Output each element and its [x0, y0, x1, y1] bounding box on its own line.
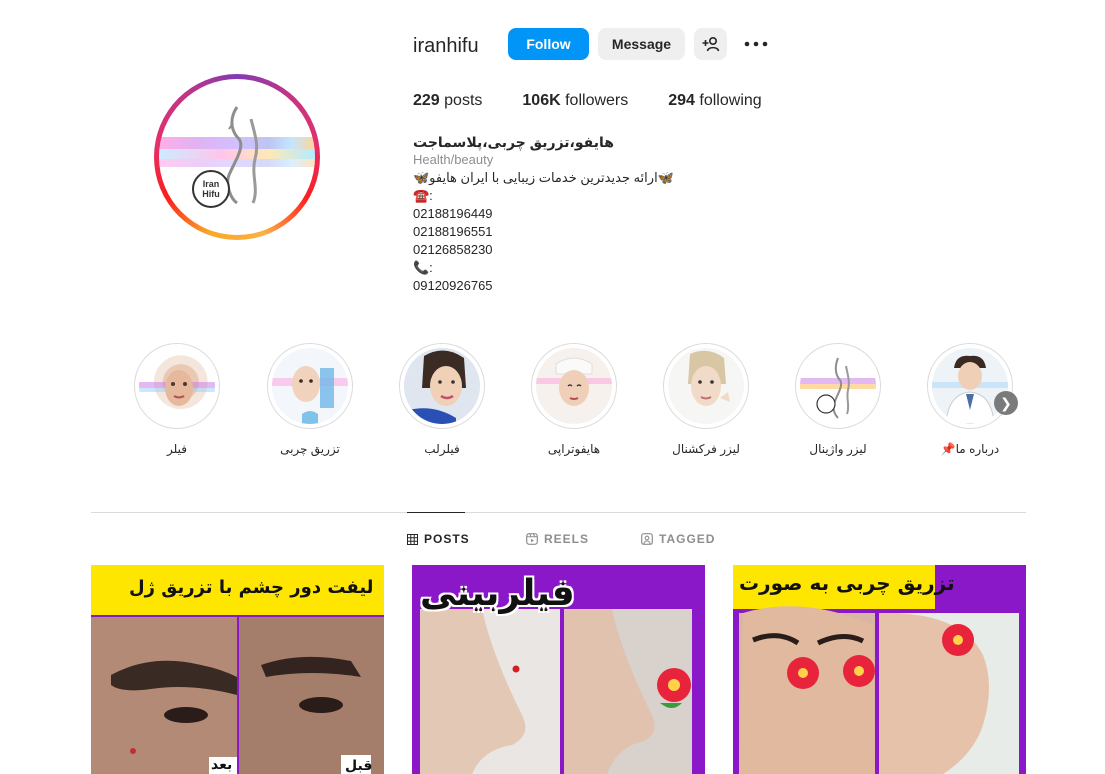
suggest-user-button[interactable]: [694, 28, 727, 60]
bio-category: Health/beauty: [413, 152, 494, 167]
posts-label: posts: [444, 92, 483, 109]
post-tag: قبل: [345, 758, 373, 774]
grid-icon: [407, 533, 418, 545]
bio-mobile: 09120926765: [413, 278, 493, 293]
highlight-cover: [531, 343, 617, 429]
more-options-button[interactable]: [740, 32, 772, 56]
highlight-item[interactable]: لیزر واژینال: [794, 343, 882, 456]
svg-text:Hifu: Hifu: [202, 189, 220, 199]
post-thumbnail[interactable]: فیلربینی: [412, 565, 705, 774]
tab-posts[interactable]: POSTS: [407, 532, 470, 546]
bio-phone: 02188196551: [413, 224, 493, 239]
highlight-item[interactable]: فیلرلب: [398, 343, 486, 456]
highlight-item[interactable]: تزریق چربی: [266, 343, 354, 456]
highlight-cover: [795, 343, 881, 429]
bio-phone: 02126858230: [413, 242, 493, 257]
highlight-cover: [663, 343, 749, 429]
posts-stat: 229 posts: [413, 92, 482, 110]
tabs-divider: [91, 512, 1026, 513]
highlight-label: هایفوتراپی: [547, 442, 601, 456]
tab-label: POSTS: [424, 532, 470, 546]
highlight-label: لیزر فرکشنال: [672, 442, 740, 456]
message-button[interactable]: Message: [598, 28, 685, 60]
posts-count: 229: [413, 92, 440, 109]
highlight-cover: [134, 343, 220, 429]
following-label: following: [699, 92, 762, 109]
active-tab-indicator: [407, 512, 465, 513]
highlight-cover: [267, 343, 353, 429]
tab-label: REELS: [544, 532, 590, 546]
tab-label: TAGGED: [659, 532, 716, 546]
svg-text:Iran: Iran: [203, 179, 220, 189]
post-thumbnail[interactable]: تزریق چربی به صورت: [733, 565, 1026, 774]
followers-label: followers: [565, 92, 629, 109]
bio-name: هایفو،تزریق چربی،پلاسماجت: [413, 134, 614, 150]
avatar-logo: Iran Hifu: [159, 79, 315, 235]
profile-avatar[interactable]: Iran Hifu: [154, 74, 320, 240]
highlight-item[interactable]: فیلر: [133, 343, 221, 456]
add-user-icon: [702, 36, 719, 52]
tab-tagged[interactable]: TAGGED: [641, 532, 715, 546]
highlight-label: تزریق چربی: [280, 442, 340, 456]
follow-button[interactable]: Follow: [508, 28, 589, 60]
profile-stats: 229 posts 106K followers 294 following: [413, 92, 802, 110]
following-stat[interactable]: 294 following: [668, 92, 761, 110]
highlights-next-button[interactable]: ❯: [994, 391, 1018, 415]
highlight-label: درباره ما📌: [940, 442, 1000, 456]
bio-mobile-label: 📞:: [413, 260, 433, 275]
highlight-cover: [399, 343, 485, 429]
bio-line: 🦋ارائه جدیدترین خدمات زیبایی با ایران ها…: [413, 170, 674, 185]
more-horizontal-icon: [744, 41, 768, 47]
profile-username: iranhifu: [413, 35, 479, 57]
highlight-label: لیزر واژینال: [809, 442, 867, 456]
post-thumbnail[interactable]: لیفت دور چشم با تزریق ژل بعد قبل: [91, 565, 384, 774]
reels-icon: [526, 533, 538, 545]
highlight-cover: [927, 343, 1013, 429]
profile-bio: هایفو،تزریق چربی،پلاسماجت Health/beauty …: [413, 133, 733, 295]
following-count: 294: [668, 92, 695, 109]
tagged-icon: [641, 533, 653, 545]
post-image: [733, 565, 1026, 774]
bio-phone-label: ☎️:: [413, 188, 433, 203]
followers-count: 106K: [522, 92, 561, 109]
bio-phone: 02188196449: [413, 206, 493, 221]
post-tag: بعد: [211, 757, 233, 773]
highlight-item[interactable]: لیزر فرکشنال: [662, 343, 750, 456]
followers-stat[interactable]: 106K followers: [522, 92, 628, 110]
highlight-label: فیلر: [167, 442, 187, 456]
post-caption: لیفت دور چشم با تزریق ژل: [129, 577, 374, 598]
highlight-label: فیلرلب: [424, 442, 460, 456]
tab-reels[interactable]: REELS: [526, 532, 589, 546]
chevron-right-icon: ❯: [1000, 394, 1012, 411]
post-caption: تزریق چربی به صورت: [739, 571, 955, 595]
highlight-item[interactable]: هایفوتراپی: [530, 343, 618, 456]
post-caption: فیلربینی: [420, 573, 575, 614]
